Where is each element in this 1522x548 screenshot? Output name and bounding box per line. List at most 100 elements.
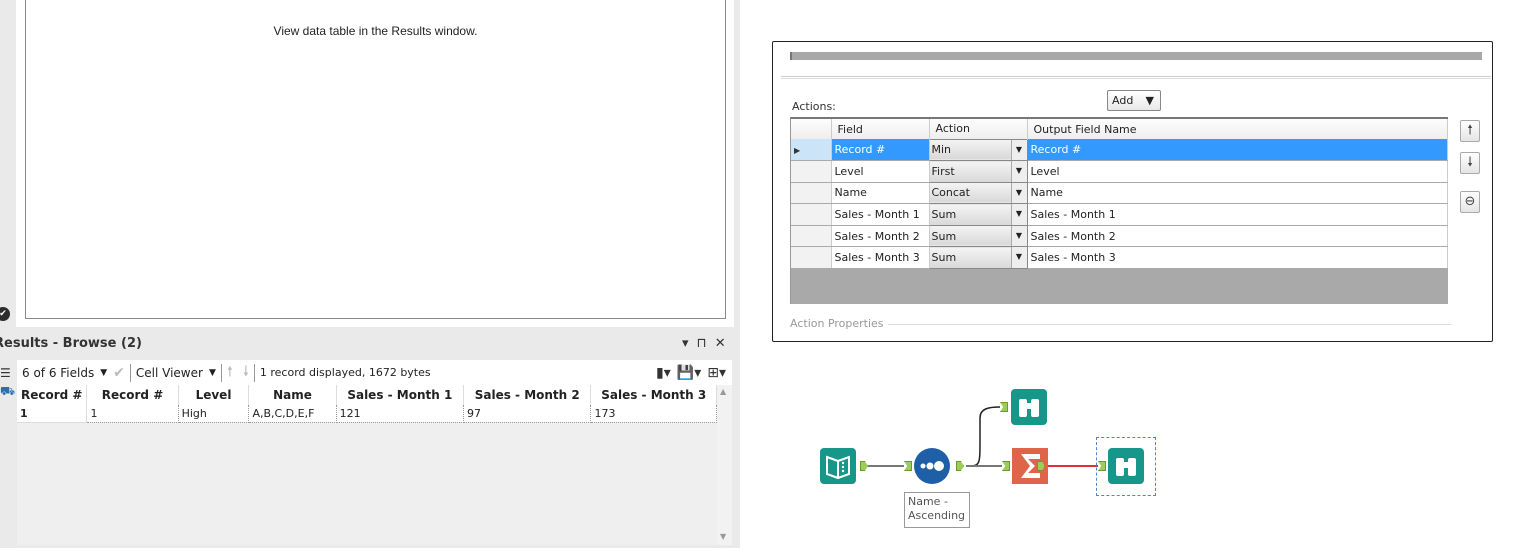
scroll-up-icon[interactable]: ▲ (720, 387, 726, 396)
results-grid: Record # Record # Level Name Sales - Mon… (17, 385, 717, 545)
browse-tool[interactable] (1011, 389, 1047, 425)
fields-list-scrollbar[interactable] (790, 52, 1482, 60)
copy-icon[interactable]: ▮▾ (656, 365, 671, 381)
action-row[interactable]: Name Concat ▼ Name (791, 181, 1448, 205)
cell-viewer-label: Cell Viewer (135, 365, 203, 380)
pin-icon[interactable]: ⊓ (697, 336, 707, 351)
cell[interactable]: 173 (590, 405, 717, 423)
sort-tool[interactable] (914, 448, 950, 484)
action-row[interactable]: ▶ Record # Min ▼ Record # (791, 138, 1448, 162)
column-header[interactable]: Record # (86, 385, 179, 405)
remove-action-button[interactable]: ⊖ (1460, 191, 1480, 213)
chevron-down-icon[interactable]: ▼ (1010, 225, 1027, 247)
divider (888, 324, 1451, 325)
field-cell[interactable]: Sales - Month 2 (831, 225, 930, 248)
action-properties-label: Action Properties (790, 317, 884, 330)
arrow-up-icon: 🠕 (1467, 123, 1473, 138)
chevron-down-icon[interactable]: ▼ (1010, 161, 1027, 182)
results-side-icons: ☰ ⛟ (0, 366, 15, 402)
action-dropdown[interactable]: Sum ▼ (928, 224, 1028, 248)
action-dropdown[interactable]: First ▼ (928, 160, 1028, 183)
output-field-cell[interactable]: Sales - Month 1 (1027, 203, 1448, 226)
action-row[interactable]: Level First ▼ Level (791, 160, 1448, 183)
column-header[interactable]: Sales - Month 2 (463, 385, 592, 405)
move-up-button[interactable]: 🠕 (1460, 120, 1480, 142)
output-field-cell[interactable]: Name (1027, 182, 1448, 205)
arrow-down-icon: 🠗 (1467, 155, 1473, 170)
close-icon[interactable]: ✕ (715, 336, 726, 351)
remove-icon: ⊖ (1464, 194, 1476, 209)
row-selector[interactable] (791, 203, 832, 226)
field-cell[interactable]: Record # (831, 139, 930, 162)
output-field-cell[interactable]: Sales - Month 2 (1027, 225, 1448, 248)
move-down-button[interactable]: 🠗 (1460, 152, 1480, 174)
column-header[interactable]: Record # (17, 385, 88, 405)
action-dropdown[interactable]: Min ▼ (928, 138, 1028, 162)
book-icon (826, 455, 850, 480)
save-icon[interactable]: 💾▾ (677, 365, 701, 381)
column-header: Output Field Name (1027, 119, 1448, 139)
row-selector[interactable]: ▶ (791, 139, 832, 162)
browse-tool-selected[interactable] (1108, 448, 1144, 484)
annotation-line: Ascending (908, 509, 966, 522)
row-selector[interactable] (791, 182, 832, 205)
row-selector[interactable] (791, 225, 832, 248)
table-row[interactable]: 1 1 High A,B,C,D,E,F 121 97 173 (17, 405, 717, 423)
window-menu-icon[interactable]: ▾ (682, 336, 689, 351)
field-cell[interactable]: Name (831, 182, 930, 205)
add-button-label: Add (1112, 94, 1134, 107)
sort-buttons: 🠕 🠗 (222, 360, 254, 385)
checkmark-badge-icon: ✔ (0, 307, 10, 321)
field-cell[interactable]: Sales - Month 3 (831, 246, 930, 270)
chevron-down-icon[interactable]: ▼ (1010, 247, 1027, 269)
output-field-cell[interactable]: Record # (1027, 139, 1448, 162)
chevron-down-icon[interactable]: ▼ (1010, 139, 1027, 161)
cell[interactable]: 121 (336, 405, 465, 423)
vertical-scrollbar[interactable]: ▲ ▼ (717, 385, 732, 545)
scroll-down-icon[interactable]: ▼ (720, 532, 726, 541)
row-selector[interactable] (791, 160, 832, 183)
column-header[interactable]: Level (178, 385, 250, 405)
checkmark-icon[interactable]: ✔ (113, 365, 125, 381)
action-dropdown[interactable]: Sum ▼ (928, 203, 1028, 226)
add-action-button[interactable]: Add ▼ (1107, 90, 1161, 111)
cell[interactable]: High (178, 405, 250, 423)
cell[interactable]: 97 (463, 405, 592, 423)
cell[interactable]: A,B,C,D,E,F (248, 405, 337, 423)
row-selector[interactable] (791, 246, 832, 270)
row-header-corner (791, 119, 832, 139)
chevron-down-icon[interactable]: ▼ (1010, 204, 1027, 225)
browse-binoculars-icon[interactable]: ⛟ (0, 384, 15, 398)
cell-viewer-dropdown[interactable]: Cell Viewer ▼ (131, 360, 221, 385)
input-data-tool[interactable] (820, 448, 856, 484)
column-header[interactable]: Sales - Month 3 (590, 385, 717, 405)
action-dropdown[interactable]: Concat ▼ (928, 181, 1028, 205)
field-cell[interactable]: Sales - Month 1 (831, 203, 930, 226)
menu-lines-icon[interactable]: ☰ (0, 366, 13, 380)
summarize-config-panel: Actions: Add ▼ Field Action Output Field… (772, 41, 1493, 342)
output-field-cell[interactable]: Level (1027, 160, 1448, 183)
column-header[interactable]: Name (248, 385, 337, 405)
action-row[interactable]: Sales - Month 3 Sum ▼ Sales - Month 3 (791, 246, 1448, 270)
actions-grid: Field Action Output Field Name ▶ Record #… (790, 117, 1448, 304)
action-dropdown[interactable]: Sum ▼ (928, 246, 1028, 270)
action-value: First (931, 164, 955, 178)
sort-annotation: Name - Ascending (904, 492, 970, 528)
add-window-icon[interactable]: ⊞▾ (707, 365, 726, 381)
column-header[interactable]: Sales - Month 1 (336, 385, 465, 405)
fields-selector-label: 6 of 6 Fields (22, 365, 95, 380)
cell[interactable]: 1 (17, 405, 88, 423)
cell[interactable]: 1 (86, 405, 179, 423)
field-cell[interactable]: Level (831, 160, 930, 183)
action-row[interactable]: Sales - Month 2 Sum ▼ Sales - Month 2 (791, 224, 1448, 248)
arrow-down-icon[interactable]: 🠗 (243, 361, 249, 385)
action-row[interactable]: Sales - Month 1 Sum ▼ Sales - Month 1 (791, 203, 1448, 226)
results-hint-text: View data table in the Results window. (273, 24, 478, 38)
fields-selector[interactable]: 6 of 6 Fields ▼ ✔ (17, 360, 130, 385)
toolbar-right-actions: ▮▾ 💾▾ ⊞▾ (656, 365, 732, 381)
arrow-up-icon[interactable]: 🠕 (227, 361, 233, 385)
chevron-down-icon[interactable]: ▼ (1010, 182, 1027, 204)
binoculars-icon (1019, 399, 1039, 417)
output-field-cell[interactable]: Sales - Month 3 (1027, 246, 1448, 270)
connection-sort-to-browse[interactable] (965, 406, 1001, 467)
